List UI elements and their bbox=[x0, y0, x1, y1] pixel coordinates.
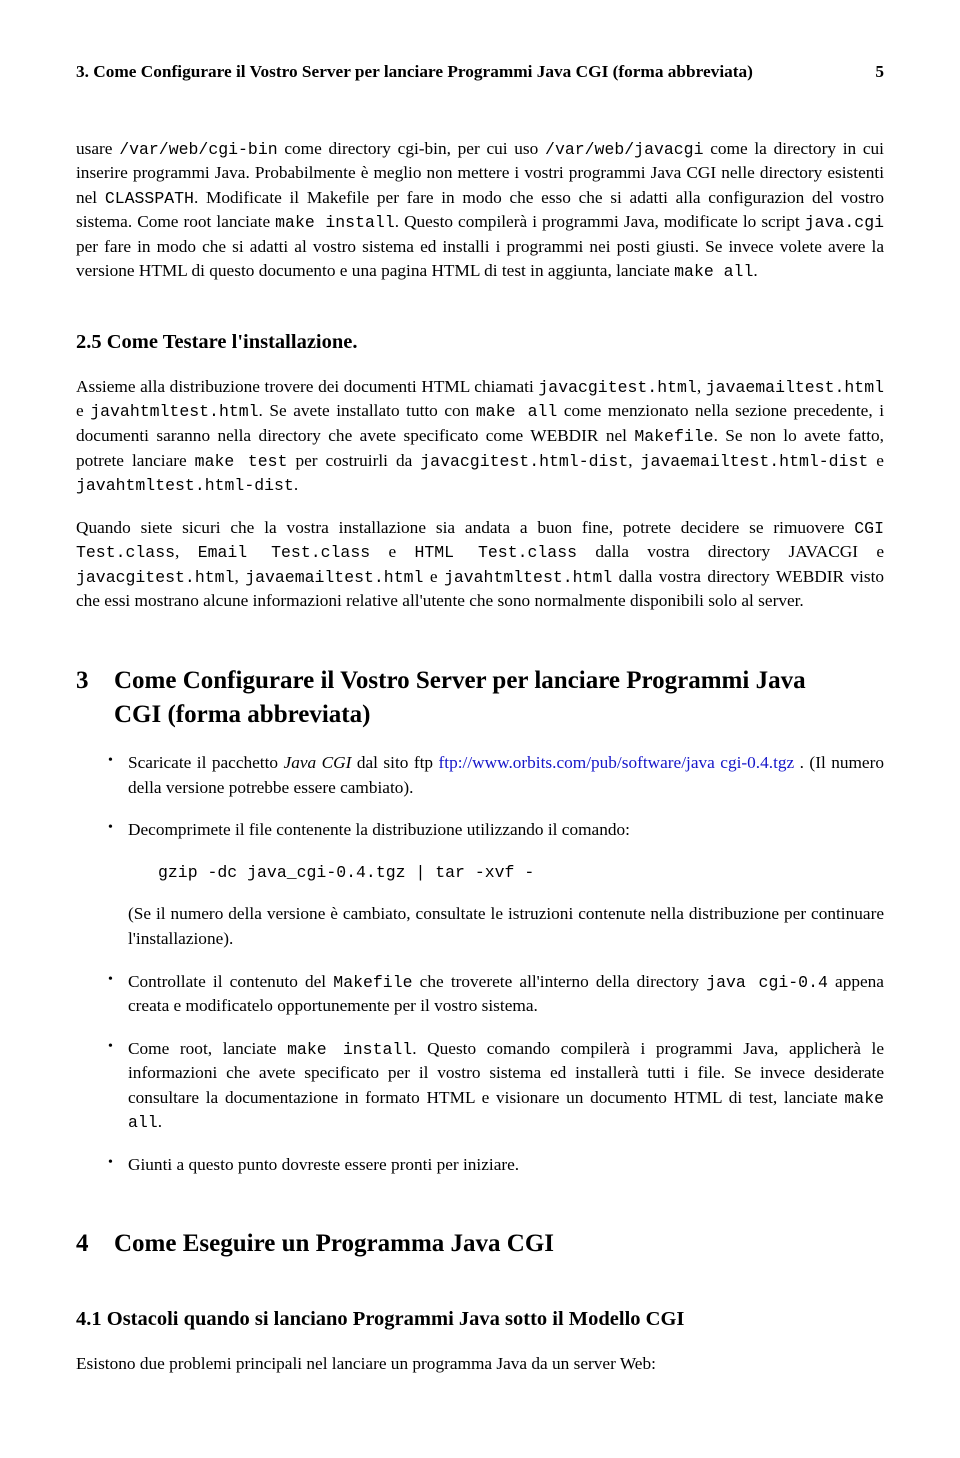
code-file: javacgitest.html bbox=[76, 568, 234, 587]
code-make-all: make all bbox=[674, 262, 753, 281]
section-3-title: 3Come Configurare il Vostro Server per l… bbox=[76, 664, 884, 732]
code-make-test: make test bbox=[195, 452, 288, 471]
code-classpath: CLASSPATH bbox=[105, 189, 194, 208]
section-4-number: 4 bbox=[76, 1227, 114, 1261]
code-file: javacgitest.html bbox=[538, 378, 696, 397]
section-2-5-p1: Assieme alla distribuzione trovere dei d… bbox=[76, 375, 884, 498]
code-file: javacgitest.html-dist bbox=[420, 452, 628, 471]
list-item: Controllate il contenuto del Makefile ch… bbox=[108, 970, 884, 1019]
code-cgibin: /var/web/cgi-bin bbox=[119, 140, 277, 159]
section-4-1-p1: Esistono due problemi principali nel lan… bbox=[76, 1352, 884, 1377]
code-javacgi: /var/web/javacgi bbox=[545, 140, 703, 159]
section-2-5-p2: Quando siete sicuri che la vostra instal… bbox=[76, 516, 884, 614]
section-2-5-title: 2.5 Come Testare l'installazione. bbox=[76, 328, 884, 357]
list-item: Decomprimete il file contenente la distr… bbox=[108, 818, 884, 951]
page-header: 3. Come Configurare il Vostro Server per… bbox=[76, 60, 884, 85]
code-dir: java cgi-0.4 bbox=[706, 973, 828, 992]
header-left: 3. Come Configurare il Vostro Server per… bbox=[76, 60, 753, 85]
italic-java-cgi: Java CGI bbox=[284, 753, 352, 772]
list-item: Come root, lanciate make install. Questo… bbox=[108, 1037, 884, 1135]
code-make-all: make all bbox=[476, 402, 557, 421]
code-class: Email Test.class bbox=[198, 543, 370, 562]
section-3-bullet-list: Scaricate il pacchetto Java CGI dal sito… bbox=[76, 751, 884, 1177]
code-file: javaemailtest.html bbox=[245, 568, 423, 587]
code-file: javahtmltest.html bbox=[444, 568, 612, 587]
code-makefile: Makefile bbox=[634, 427, 713, 446]
code-file: javahtmltest.html bbox=[90, 402, 258, 421]
section-4-1-title: 4.1 Ostacoli quando si lanciano Programm… bbox=[76, 1305, 884, 1334]
section-4-title: 4Come Eseguire un Programma Java CGI bbox=[76, 1227, 884, 1261]
code-file: javaemailtest.html-dist bbox=[641, 452, 869, 471]
code-file: javahtmltest.html-dist bbox=[76, 476, 294, 495]
header-page-number: 5 bbox=[875, 60, 884, 85]
list-item: Giunti a questo punto dovreste essere pr… bbox=[108, 1153, 884, 1178]
code-make-install: make install bbox=[275, 213, 395, 232]
ftp-link[interactable]: ftp://www.orbits.com/pub/software/java c… bbox=[439, 753, 795, 772]
list-item: Scaricate il pacchetto Java CGI dal sito… bbox=[108, 751, 884, 800]
code-file: javaemailtest.html bbox=[706, 378, 884, 397]
section-3-number: 3 bbox=[76, 664, 114, 698]
intro-paragraph: usare /var/web/cgi-bin come directory cg… bbox=[76, 137, 884, 284]
code-class: HTML Test.class bbox=[414, 543, 577, 562]
command-block: gzip -dc java_cgi-0.4.tgz | tar -xvf - bbox=[158, 861, 884, 884]
code-makefile: Makefile bbox=[333, 973, 412, 992]
code-make-install: make install bbox=[287, 1040, 412, 1059]
code-javacgi-script: java.cgi bbox=[805, 213, 884, 232]
